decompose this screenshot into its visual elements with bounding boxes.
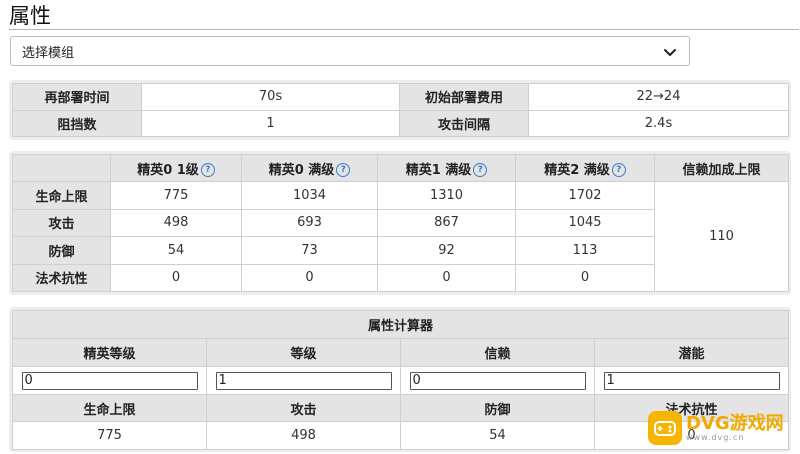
page-title: 属性 [9,4,51,28]
stats-row-label: 生命上限 [12,181,111,210]
stats-col-e0-lv1: 精英0 1级? [110,153,242,183]
stats-table: 精英0 1级? 精英0 满级? 精英1 满级? 精英2 满级? 信赖加成上限 生… [12,153,789,293]
stats-cell: 1034 [241,181,378,210]
calculator-title: 属性计算器 [11,310,790,339]
calc-input-label: 等级 [206,338,401,367]
calc-input-label: 潜能 [593,338,790,367]
stats-row-label: 法术抗性 [12,263,111,293]
stats-cell: 0 [241,263,378,293]
calc-output-value: 54 [400,421,595,450]
info-label-cost: 初始部署费用 [399,83,529,111]
info-label-redeploy: 再部署时间 [12,83,142,111]
calc-output-label: 攻击 [206,394,401,422]
stats-cell: 92 [377,236,516,265]
level-input[interactable] [215,371,392,390]
stats-cell: 1045 [515,208,655,238]
stats-cell: 73 [241,236,378,265]
stats-col-e1-max: 精英1 满级? [377,153,516,183]
calc-input-label: 信赖 [400,338,595,367]
info-table: 再部署时间 70s 初始部署费用 22→24 阻挡数 1 攻击间隔 2.4s [12,83,789,137]
watermark-url: www.dvg.cn [686,432,745,442]
stats-row-label: 攻击 [12,208,111,238]
stats-row-label: 防御 [12,236,111,265]
stats-cell: 54 [110,236,242,265]
chevron-down-icon [664,49,676,56]
module-select[interactable]: 选择模组 [10,36,690,66]
info-value-redeploy: 70s [141,83,400,111]
stats-panel: 精英0 1级? 精英0 满级? 精英1 满级? 精英2 满级? 信赖加成上限 生… [9,151,791,295]
stats-cell: 1702 [515,181,655,210]
calc-input-label: 精英等级 [12,338,207,367]
stats-col-trust: 信赖加成上限 [654,153,789,183]
stats-trust-bonus: 110 [654,181,789,292]
site-watermark: DVG游戏网 www.dvg.cn [648,408,794,448]
help-icon[interactable]: ? [336,163,351,178]
stats-col-e2-max: 精英2 满级? [515,153,655,183]
trust-input[interactable] [409,371,586,390]
module-select-value: 选择模组 [22,45,75,61]
stats-cell: 775 [110,181,242,210]
calc-output-label: 防御 [400,394,595,422]
info-label-interval: 攻击间隔 [399,109,529,137]
help-icon[interactable]: ? [473,163,488,178]
potential-input[interactable] [603,371,780,390]
stats-cell: 693 [241,208,378,238]
help-icon[interactable]: ? [611,163,626,178]
info-value-interval: 2.4s [528,109,789,137]
stats-cell: 0 [110,263,242,293]
stats-col-e0-max: 精英0 满级? [241,153,378,183]
watermark-text: DVG游戏网 [686,412,784,434]
info-panel: 再部署时间 70s 初始部署费用 22→24 阻挡数 1 攻击间隔 2.4s [9,80,791,140]
calc-output-label: 生命上限 [12,394,207,422]
stats-corner [12,153,111,183]
title-divider [9,29,799,30]
calc-output-value: 775 [12,421,207,450]
help-icon[interactable]: ? [200,163,215,178]
stats-cell: 498 [110,208,242,238]
info-value-cost: 22→24 [528,83,789,111]
stats-cell: 1310 [377,181,516,210]
stats-cell: 113 [515,236,655,265]
info-label-block: 阻挡数 [12,109,142,137]
stats-cell: 0 [377,263,516,293]
stats-cell: 867 [377,208,516,238]
gamepad-icon [648,411,682,445]
elite-level-input[interactable] [21,371,198,390]
calc-output-value: 498 [206,421,401,450]
info-value-block: 1 [141,109,400,137]
stats-cell: 0 [515,263,655,293]
